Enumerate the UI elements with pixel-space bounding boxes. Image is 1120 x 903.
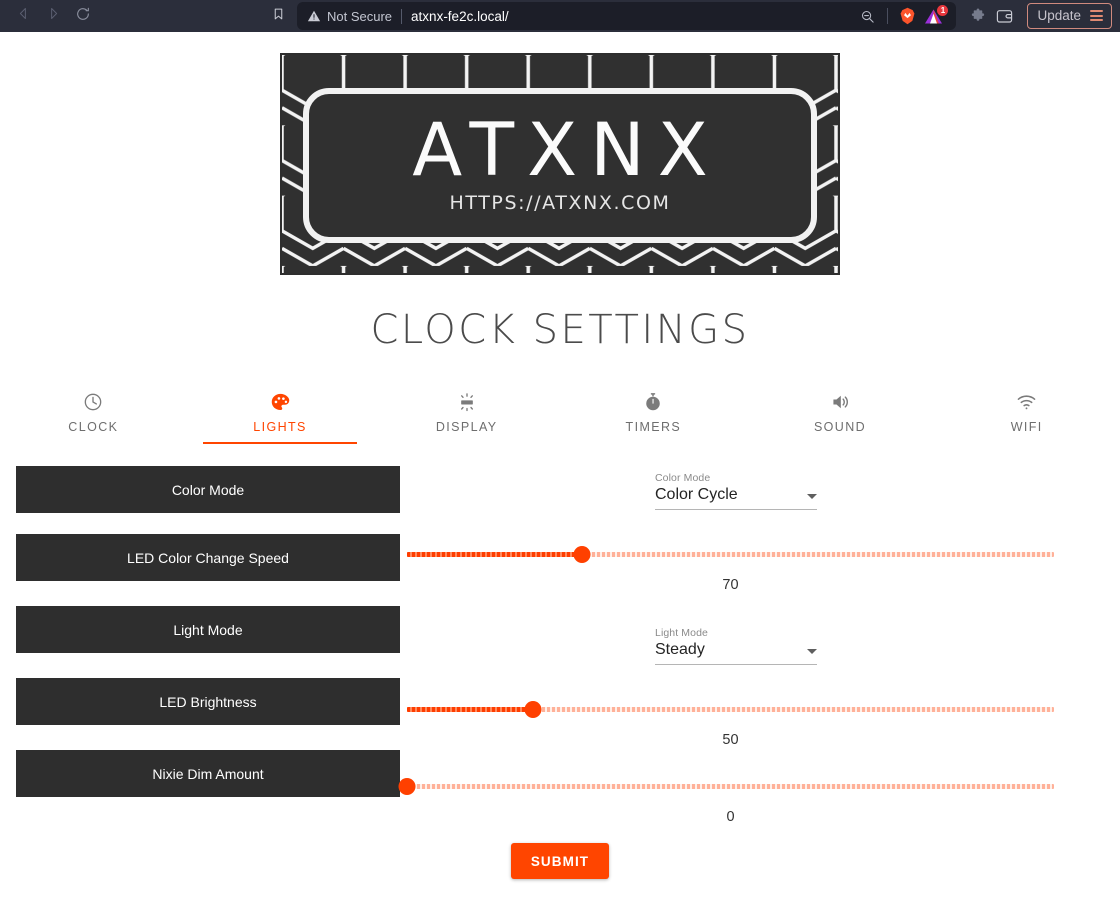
submit-area: SUBMIT	[0, 843, 1120, 879]
color-mode-select-row[interactable]: Color Cycle	[655, 486, 817, 510]
spacer	[400, 593, 1087, 621]
back-button[interactable]	[8, 2, 38, 30]
slider-thumb[interactable]	[525, 701, 542, 718]
update-button-label: Update	[1037, 8, 1081, 23]
zoom-out-icon[interactable]	[856, 9, 879, 24]
bookmark-button[interactable]	[263, 2, 293, 30]
led-color-change-speed-slider-block: 70	[400, 544, 1087, 593]
slider-track-fill	[407, 552, 582, 557]
slider-track-fill	[407, 707, 533, 712]
settings-tabs: CLOCK LIGHTS	[0, 391, 1120, 444]
led-brightness-slider[interactable]	[407, 699, 1054, 719]
led-color-change-speed-value: 70	[374, 577, 1087, 593]
spacer	[400, 514, 1087, 544]
url-bar[interactable]: Not Secure atxnx-fe2c.local/	[297, 2, 956, 30]
label-light-mode: Light Mode	[16, 606, 400, 653]
tab-timers[interactable]: TIMERS	[560, 391, 747, 444]
label-color-mode: Color Mode	[16, 466, 400, 513]
update-button[interactable]: Update	[1027, 3, 1112, 29]
reload-button[interactable]	[68, 2, 98, 30]
label-led-brightness: LED Brightness	[16, 678, 400, 725]
hamburger-menu-icon[interactable]	[1090, 10, 1103, 21]
clock-icon	[83, 391, 103, 413]
tab-wifi[interactable]: WIFI	[933, 391, 1120, 444]
atxnx-logo: ATXNX HTTPS://ATXNX.COM	[280, 53, 840, 275]
spacer	[400, 748, 1087, 776]
slider-thumb[interactable]	[573, 546, 590, 563]
tab-underline-active	[203, 442, 356, 444]
label-nixie-dim-amount: Nixie Dim Amount	[16, 750, 400, 797]
browser-chrome: Not Secure atxnx-fe2c.local/	[0, 0, 1120, 32]
chevron-down-icon[interactable]	[807, 494, 817, 499]
color-mode-select[interactable]: Color Mode Color Cycle	[655, 466, 817, 510]
tab-sound[interactable]: SOUND	[747, 391, 934, 444]
nixie-dim-amount-slider-block: 0	[400, 776, 1087, 825]
reload-icon	[75, 6, 91, 27]
url-bar-actions: 1	[856, 7, 946, 25]
light-mode-select-label: Light Mode	[655, 627, 817, 639]
bookmark-icon	[272, 6, 285, 27]
settings-content: Color Mode LED Color Change Speed Light …	[0, 466, 1120, 825]
toolbar-divider	[887, 8, 888, 24]
url-text[interactable]: atxnx-fe2c.local/	[411, 9, 509, 24]
tab-clock-label: CLOCK	[68, 420, 118, 434]
slider-thumb[interactable]	[399, 778, 416, 795]
url-divider	[401, 9, 402, 24]
forward-arrow-icon	[46, 6, 61, 26]
wallet-icon[interactable]	[996, 8, 1013, 24]
light-mode-select[interactable]: Light Mode Steady	[655, 621, 817, 665]
chevron-down-icon[interactable]	[807, 649, 817, 654]
extension-badge-count: 1	[937, 5, 948, 16]
tab-clock[interactable]: CLOCK	[0, 391, 187, 444]
color-mode-select-value: Color Cycle	[655, 486, 738, 504]
volume-icon	[830, 391, 851, 413]
chrome-right-actions: Update	[970, 3, 1112, 29]
tab-lights-label: LIGHTS	[253, 420, 307, 434]
settings-control-column: Color Mode Color Cycle 70 Light Mo	[400, 466, 1120, 825]
brightness-icon	[457, 391, 477, 413]
page-title: CLOCK SETTINGS	[0, 307, 1120, 353]
label-led-color-change-speed: LED Color Change Speed	[16, 534, 400, 581]
slider-track[interactable]	[407, 784, 1054, 789]
puzzle-piece-icon[interactable]	[970, 8, 986, 24]
submit-button[interactable]: SUBMIT	[511, 843, 609, 879]
led-color-change-speed-slider[interactable]	[407, 544, 1054, 564]
tab-sound-label: SOUND	[814, 420, 866, 434]
tab-timers-label: TIMERS	[626, 420, 682, 434]
logo-brand-text: ATXNX	[399, 114, 721, 187]
logo-url-text: HTTPS://ATXNX.COM	[449, 192, 670, 214]
warning-triangle-icon	[307, 9, 321, 23]
light-mode-select-value: Steady	[655, 641, 705, 659]
tab-wifi-label: WIFI	[1011, 420, 1043, 434]
nixie-dim-amount-slider[interactable]	[407, 776, 1054, 796]
palette-icon	[270, 391, 291, 413]
triangle-extension-icon[interactable]: 1	[921, 8, 946, 25]
nixie-dim-amount-value: 0	[374, 809, 1087, 825]
timer-icon	[643, 391, 663, 413]
security-status-text: Not Secure	[327, 9, 392, 24]
led-brightness-slider-block: 50	[400, 699, 1087, 748]
spacer	[400, 669, 1087, 699]
settings-label-column: Color Mode LED Color Change Speed Light …	[0, 466, 400, 825]
tab-display-label: DISPLAY	[436, 420, 498, 434]
tab-lights[interactable]: LIGHTS	[187, 391, 374, 444]
tab-display[interactable]: DISPLAY	[373, 391, 560, 444]
color-mode-select-label: Color Mode	[655, 472, 817, 484]
light-mode-select-row[interactable]: Steady	[655, 641, 817, 665]
page-body: ATXNX HTTPS://ATXNX.COM CLOCK SETTINGS C…	[0, 53, 1120, 903]
logo-inner-frame: ATXNX HTTPS://ATXNX.COM	[303, 88, 817, 243]
back-arrow-icon	[16, 6, 31, 26]
wifi-icon	[1016, 391, 1037, 413]
led-brightness-value: 50	[374, 732, 1087, 748]
brave-lion-icon[interactable]	[896, 7, 919, 25]
forward-button[interactable]	[38, 2, 68, 30]
